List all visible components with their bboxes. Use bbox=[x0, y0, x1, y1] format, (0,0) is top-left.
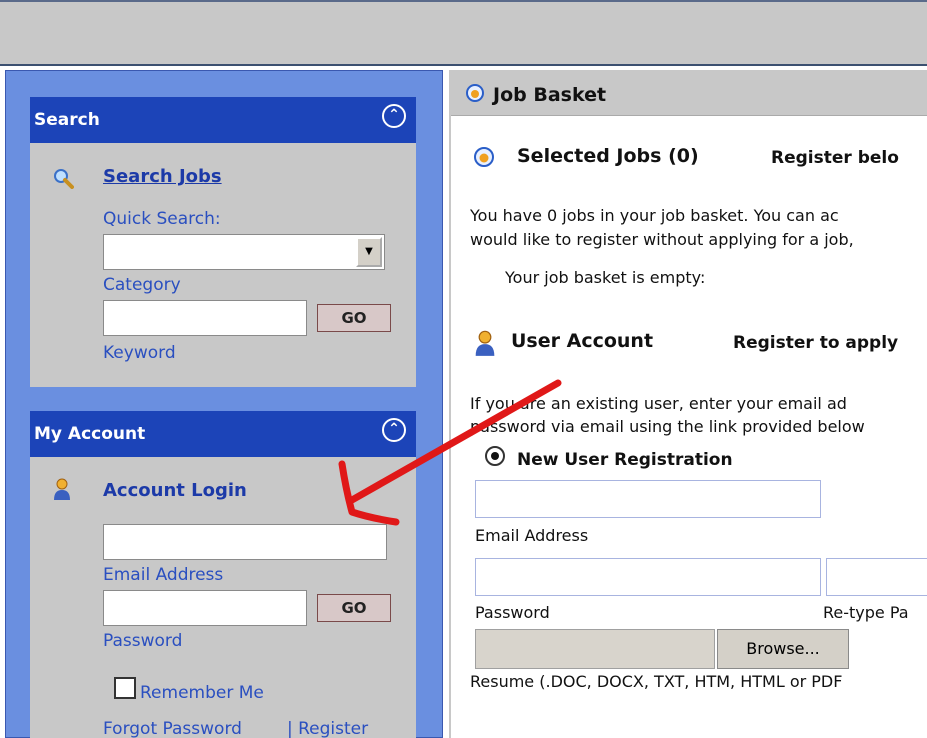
search-panel: Search ⌃ Search Jobs Quick Search: ▼ Cat… bbox=[30, 97, 416, 387]
forgot-password-link[interactable]: Forgot Password bbox=[103, 719, 242, 738]
job-basket-header: Job Basket bbox=[451, 70, 927, 116]
registration-email-input[interactable] bbox=[475, 480, 821, 518]
quick-search-label: Quick Search: bbox=[103, 209, 221, 229]
registration-password-input[interactable] bbox=[475, 558, 821, 596]
register-below-text: Register belo bbox=[771, 148, 899, 168]
email-label: Email Address bbox=[103, 565, 224, 585]
registration-email-label: Email Address bbox=[475, 526, 589, 545]
user-account-icon bbox=[475, 330, 495, 356]
account-login-label: Account Login bbox=[103, 480, 247, 501]
registration-password-label: Password bbox=[475, 603, 550, 622]
registration-retype-label: Re-type Pa bbox=[823, 603, 909, 622]
browse-button[interactable]: Browse... bbox=[717, 629, 849, 669]
quick-search-select[interactable] bbox=[103, 234, 385, 270]
basket-empty-text: Your job basket is empty: bbox=[505, 268, 706, 287]
user-info-line1: If you are an existing user, enter your … bbox=[470, 394, 847, 413]
password-label: Password bbox=[103, 631, 183, 651]
chevron-down-icon[interactable]: ▼ bbox=[356, 237, 382, 267]
job-basket-panel: Job Basket Selected Jobs (0) Register be… bbox=[449, 70, 927, 738]
category-label: Category bbox=[103, 275, 181, 295]
search-jobs-link[interactable]: Search Jobs bbox=[103, 166, 222, 187]
user-icon bbox=[54, 478, 70, 500]
remember-me-label[interactable]: Remember Me bbox=[140, 683, 264, 703]
collapse-icon[interactable]: ⌃ bbox=[382, 418, 406, 442]
registration-retype-input[interactable] bbox=[826, 558, 927, 596]
login-go-button[interactable]: GO bbox=[317, 594, 391, 622]
resume-file-field bbox=[475, 629, 715, 669]
left-sidebar: Search ⌃ Search Jobs Quick Search: ▼ Cat… bbox=[5, 70, 443, 738]
keyword-input[interactable] bbox=[103, 300, 307, 336]
selected-jobs-heading: Selected Jobs (0) bbox=[517, 145, 699, 167]
user-info-line2: password via email using the link provid… bbox=[470, 417, 865, 436]
new-user-radio[interactable] bbox=[485, 446, 505, 466]
basket-icon bbox=[466, 84, 484, 102]
search-go-button[interactable]: GO bbox=[317, 304, 391, 332]
keyword-label: Keyword bbox=[103, 343, 176, 363]
user-account-heading: User Account bbox=[511, 330, 654, 352]
account-panel-header: My Account ⌃ bbox=[30, 411, 416, 457]
account-panel-title: My Account bbox=[34, 424, 146, 444]
resume-label: Resume (.DOC, DOCX, TXT, HTM, HTML or PD… bbox=[470, 672, 843, 691]
search-panel-header: Search ⌃ bbox=[30, 97, 416, 143]
collapse-icon[interactable]: ⌃ bbox=[382, 104, 406, 128]
register-link[interactable]: | Register bbox=[287, 719, 368, 738]
top-bar bbox=[0, 0, 927, 66]
basket-icon bbox=[474, 147, 494, 167]
search-panel-title: Search bbox=[34, 110, 100, 130]
search-magnifier-icon bbox=[54, 169, 74, 189]
email-input[interactable] bbox=[103, 524, 387, 560]
password-input[interactable] bbox=[103, 590, 307, 626]
basket-info-line1: You have 0 jobs in your job basket. You … bbox=[470, 206, 839, 225]
remember-me-checkbox[interactable] bbox=[114, 677, 136, 699]
basket-info-line2: would like to register without applying … bbox=[470, 230, 854, 249]
new-user-registration-label[interactable]: New User Registration bbox=[517, 450, 733, 470]
job-basket-title: Job Basket bbox=[493, 84, 607, 106]
account-panel: My Account ⌃ Account Login Email Address… bbox=[30, 411, 416, 738]
register-to-apply-text: Register to apply bbox=[733, 333, 899, 353]
